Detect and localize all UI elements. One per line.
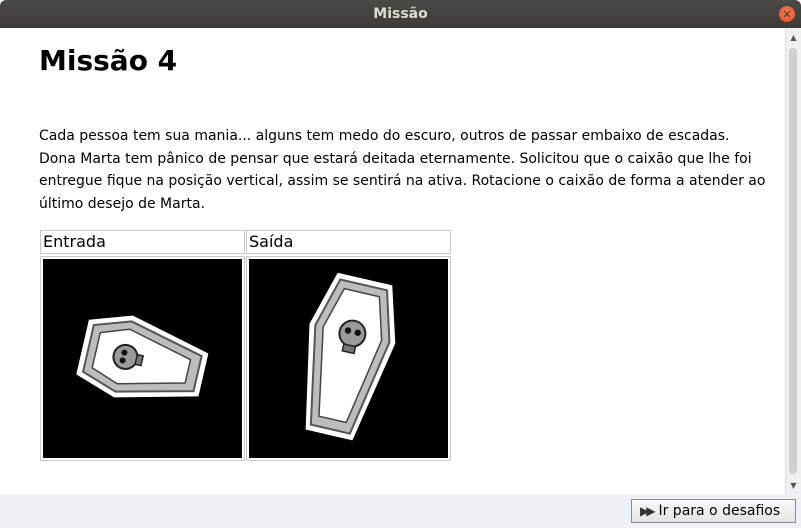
input-label: Entrada [40,230,245,254]
mission-description: Cada pessoa tem sua mania... alguns tem … [39,128,766,212]
scroll-thumb[interactable] [789,48,797,474]
close-icon: ✕ [782,7,792,21]
mission-title: Missão 4 [39,44,178,77]
go-to-challenges-button[interactable]: ▶▶ Ir para o desafios [631,499,796,523]
content-area: Missão 4 Cada pessoa tem sua mania... al… [0,28,785,494]
title-bar: Missão ✕ [0,0,801,28]
mission-window: Missão ✕ Missão 4 Cada pessoa tem sua ma… [0,0,801,528]
close-button[interactable]: ✕ [779,6,795,22]
bottom-bar: ▶▶ Ir para o desafios [0,494,801,528]
vertical-scrollbar[interactable]: ▲ ▼ [785,28,801,494]
input-image [40,256,245,461]
scroll-up-arrow-icon[interactable]: ▲ [786,30,801,44]
fast-forward-icon: ▶▶ [640,504,656,518]
go-to-challenges-label: Ir para o desafios [658,503,781,519]
window-title: Missão [373,6,428,22]
output-image [246,256,451,461]
output-label: Saída [246,230,451,254]
coffin-horizontal-icon [76,315,209,398]
scroll-down-arrow-icon[interactable]: ▼ [786,478,801,492]
coffin-vertical-icon [305,272,396,441]
